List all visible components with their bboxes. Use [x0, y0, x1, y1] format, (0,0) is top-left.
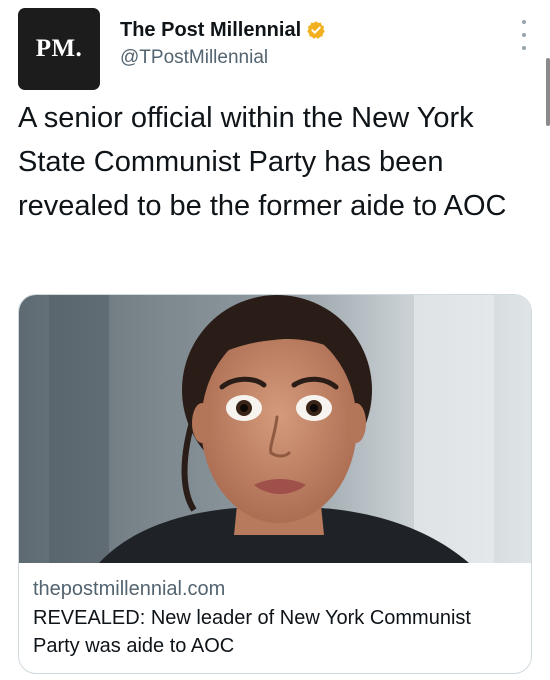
- verified-badge-icon: [306, 20, 326, 40]
- tweet-header: PM. The Post Millennial @TPostMillennial: [18, 8, 538, 90]
- scrollbar[interactable]: [546, 58, 550, 126]
- display-name-row: The Post Millennial: [120, 16, 326, 44]
- author-names: The Post Millennial @TPostMillennial: [120, 16, 326, 69]
- card-title[interactable]: REVEALED: New leader of New York Communi…: [33, 604, 517, 660]
- link-card[interactable]: thepostmillennial.com REVEALED: New lead…: [18, 294, 532, 674]
- author-avatar[interactable]: PM.: [18, 8, 100, 90]
- author-handle[interactable]: @TPostMillennial: [120, 47, 326, 69]
- tweet-text: A senior official within the New York St…: [18, 102, 507, 222]
- avatar-text: PM.: [35, 35, 83, 62]
- card-domain[interactable]: thepostmillennial.com: [33, 575, 517, 603]
- card-meta: thepostmillennial.com REVEALED: New lead…: [33, 575, 517, 660]
- more-options-icon[interactable]: [516, 20, 532, 50]
- author-display-name[interactable]: The Post Millennial: [120, 19, 301, 42]
- card-image[interactable]: [19, 295, 531, 563]
